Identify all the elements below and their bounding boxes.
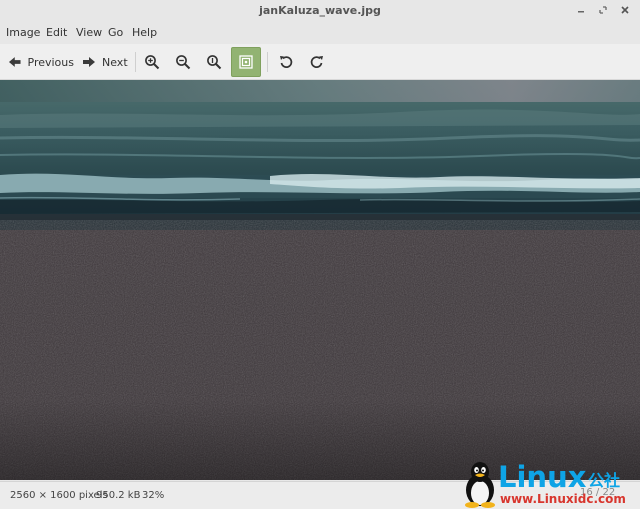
zoom-fit-icon [239, 55, 253, 69]
rotate-left-icon [280, 56, 293, 68]
image-dimensions: 2560 × 1600 pixels [10, 490, 108, 501]
toolbar: Previous Next [0, 44, 640, 80]
window-title: janKaluza_wave.jpg [259, 4, 381, 17]
rotate-left-button[interactable] [278, 47, 296, 77]
file-size: 950.2 kB [96, 490, 141, 501]
zoom-out-icon [176, 55, 191, 70]
zoom-out-button[interactable] [175, 47, 193, 77]
watermark-brand: Linux [498, 460, 587, 494]
maximize-button[interactable] [596, 3, 610, 17]
menu-bar: Image Edit View Go Help [0, 22, 640, 44]
menu-go[interactable]: Go [108, 26, 123, 39]
rotate-right-icon [310, 56, 323, 68]
zoom-fit-button[interactable] [231, 47, 261, 77]
zoom-level: 32% [142, 490, 165, 501]
toolbar-separator [135, 52, 136, 72]
rotate-right-button[interactable] [309, 47, 327, 77]
menu-edit[interactable]: Edit [46, 26, 67, 39]
maximize-icon [599, 6, 607, 14]
menu-image[interactable]: Image [6, 26, 40, 39]
previous-label: Previous [27, 55, 75, 69]
title-bar: janKaluza_wave.jpg [0, 0, 640, 22]
menu-help[interactable]: Help [132, 26, 157, 39]
tux-penguin-icon [465, 462, 495, 508]
zoom-in-button[interactable] [144, 47, 162, 77]
image-view[interactable] [0, 80, 640, 480]
close-icon [621, 6, 629, 14]
next-button[interactable]: Next [82, 47, 128, 77]
minimize-icon [578, 11, 584, 13]
linuxidc-watermark: Linux 公社 www.Linuxidc.com [460, 458, 640, 509]
zoom-in-icon [145, 55, 160, 70]
zoom-original-button[interactable] [206, 47, 224, 77]
photo-wave-beach [0, 80, 640, 480]
arrow-right-icon [83, 57, 95, 67]
menu-view[interactable]: View [76, 26, 102, 39]
previous-button[interactable]: Previous [8, 47, 74, 77]
next-label: Next [102, 55, 128, 69]
watermark-brand-cn: 公社 [588, 471, 621, 490]
close-button[interactable] [618, 3, 632, 17]
zoom-original-icon [207, 55, 222, 70]
arrow-left-icon [8, 57, 21, 67]
watermark-url: www.Linuxidc.com [500, 492, 626, 506]
toolbar-separator [267, 52, 268, 72]
minimize-button[interactable] [574, 3, 588, 17]
